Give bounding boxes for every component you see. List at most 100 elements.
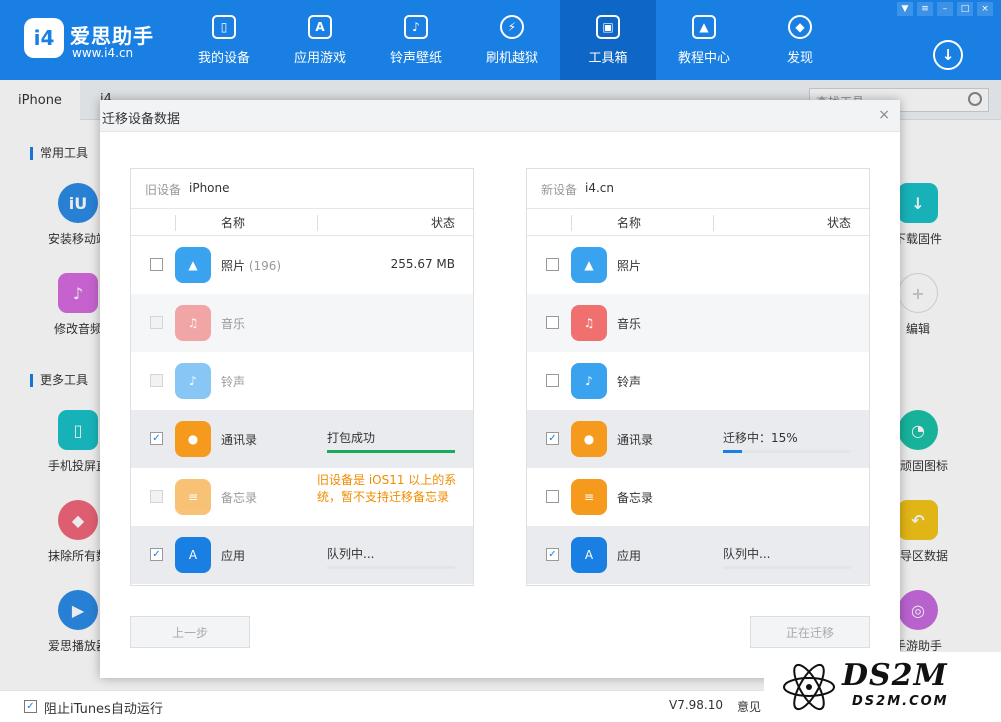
contacts-icon: ● — [175, 421, 211, 457]
item-checkbox[interactable] — [150, 258, 163, 271]
col-status: 状态 — [430, 216, 455, 230]
nav-item[interactable]: ⚡ 刷机越狱 — [464, 0, 560, 80]
music-wallpaper-icon: ♪ — [404, 14, 428, 39]
new-device-prefix: 新设备 — [541, 183, 578, 197]
item-name: 应用 — [221, 547, 245, 564]
item-checkbox[interactable] — [546, 316, 559, 329]
bell-icon: ♪ — [175, 363, 211, 399]
nav-label: 工具箱 — [588, 50, 628, 66]
main-nav: ▯ 我的设备 A 应用游戏 ♪ 铃声壁纸 ⚡ 刷机越狱 ▣ 工具箱 ▲ 教程中心 ◆ 发现 — [176, 0, 848, 80]
item-checkbox[interactable]: ✓ — [150, 432, 163, 445]
item-row[interactable]: ▲ 照片 — [527, 236, 869, 294]
notes-icon: ≡ — [175, 479, 211, 515]
item-name: 音乐 — [221, 315, 245, 332]
prev-step-button[interactable]: 上一步 — [130, 616, 250, 648]
item-name: 备忘录 — [221, 489, 257, 506]
watermark-sub: DS2M.COM — [852, 694, 949, 709]
item-name: 铃声 — [221, 373, 245, 390]
item-row[interactable]: ≡ 备忘录 — [527, 468, 869, 526]
item-row[interactable]: ✓ ● 通讯录 打包成功 — [131, 410, 473, 468]
item-row[interactable]: ≡ 备忘录 旧设备是 iOS11 以上的系统，暂不支持迁移备忘录 — [131, 468, 473, 526]
item-row[interactable]: ✓ ● 通讯录 迁移中：15% — [527, 410, 869, 468]
progress-fill — [327, 450, 455, 453]
compass-icon: ◆ — [788, 14, 812, 39]
old-device-prefix: 旧设备 — [145, 183, 182, 197]
old-device-panel: 旧设备 iPhone 名称 状态 ▲ 照片 (196) 255.67 MB ♫ 音乐 ♪ 铃… — [130, 168, 474, 586]
col-name: 名称 — [221, 216, 246, 230]
item-row[interactable]: ✓ A 应用 队列中... — [527, 526, 869, 584]
photos-icon: ▲ — [175, 247, 211, 283]
item-row[interactable]: ▲ 照片 (196) 255.67 MB — [131, 236, 473, 294]
bell-icon: ♪ — [571, 363, 607, 399]
item-checkbox[interactable]: ✓ — [546, 432, 559, 445]
item-row[interactable]: ♫ 音乐 — [527, 294, 869, 352]
app-store-icon: A — [308, 14, 332, 39]
item-name-text: 音乐 — [617, 317, 642, 331]
modal-title: 迁移设备数据 — [102, 112, 181, 127]
block-itunes-label: 阻止iTunes自动运行 — [44, 702, 163, 717]
item-name-text: 应用 — [617, 549, 642, 563]
item-row[interactable]: ✓ A 应用 队列中... — [131, 526, 473, 584]
modal-header: 迁移设备数据 × — [100, 100, 900, 132]
nav-item[interactable]: ▣ 工具箱 — [560, 0, 656, 80]
item-name-text: 通讯录 — [617, 433, 654, 447]
nav-item[interactable]: ▲ 教程中心 — [656, 0, 752, 80]
close-icon[interactable]: × — [977, 2, 993, 16]
item-name-text: 备忘录 — [617, 491, 654, 505]
item-status: 打包成功 — [327, 431, 376, 445]
item-checkbox[interactable]: ✓ — [546, 548, 559, 561]
skin-icon[interactable]: ▼ — [897, 2, 913, 16]
nav-label: 刷机越狱 — [485, 50, 538, 66]
item-name: 照片 — [617, 257, 641, 274]
progress-bar — [723, 566, 851, 569]
feedback-link[interactable]: 意见 — [737, 698, 761, 715]
item-checkbox[interactable] — [546, 490, 559, 503]
progress-bar — [723, 450, 851, 453]
old-item-list: ▲ 照片 (196) 255.67 MB ♫ 音乐 ♪ 铃声 ✓ ● 通讯录 打包成功 ≡ 备忘录 旧设备… — [131, 236, 473, 584]
nav-item[interactable]: ▯ 我的设备 — [176, 0, 272, 80]
nav-label: 发现 — [786, 50, 813, 66]
nav-label: 应用游戏 — [293, 50, 346, 66]
progress-bar — [327, 450, 455, 453]
item-status: 队列中... — [327, 547, 375, 561]
flash-icon: ⚡ — [500, 14, 524, 39]
item-count: (196) — [248, 259, 282, 273]
item-row[interactable]: ♪ 铃声 — [527, 352, 869, 410]
nav-item[interactable]: A 应用游戏 — [272, 0, 368, 80]
progress-fill — [723, 450, 743, 453]
item-row[interactable]: ♪ 铃声 — [131, 352, 473, 410]
block-itunes-checkbox[interactable]: ✓ — [24, 700, 37, 713]
item-name-text: 照片 — [221, 259, 246, 273]
item-checkbox[interactable] — [546, 258, 559, 271]
item-row[interactable]: ♫ 音乐 — [131, 294, 473, 352]
nav-item[interactable]: ♪ 铃声壁纸 — [368, 0, 464, 80]
old-column-header: 名称 状态 — [131, 209, 473, 236]
migrating-button[interactable]: 正在迁移 — [750, 616, 870, 648]
graduation-icon: ▲ — [692, 14, 716, 39]
nav-label: 我的设备 — [197, 50, 250, 66]
menu-icon[interactable]: ≡ — [917, 2, 933, 16]
maximize-icon[interactable]: □ — [957, 2, 973, 16]
item-name: 通讯录 — [617, 431, 653, 448]
nav-item[interactable]: ◆ 发现 — [752, 0, 848, 80]
new-device-header: 新设备 i4.cn — [527, 169, 869, 209]
item-name: 备忘录 — [617, 489, 653, 506]
item-name-text: 通讯录 — [221, 433, 258, 447]
phone-icon: ▯ — [212, 14, 236, 39]
notes-icon: ≡ — [571, 479, 607, 515]
brand-url: www.i4.cn — [72, 46, 134, 60]
nav-label: 铃声壁纸 — [389, 50, 442, 66]
item-name-text: 音乐 — [221, 317, 246, 331]
item-checkbox — [150, 374, 163, 387]
logo-icon: i4 — [24, 18, 64, 58]
item-name: 通讯录 — [221, 431, 257, 448]
download-icon[interactable]: ↓ — [933, 40, 963, 70]
item-checkbox[interactable]: ✓ — [150, 548, 163, 561]
item-status: 队列中... — [723, 547, 771, 561]
music-icon: ♫ — [175, 305, 211, 341]
item-checkbox[interactable] — [546, 374, 559, 387]
minimize-icon[interactable]: – — [937, 2, 953, 16]
modal-close-icon[interactable]: × — [878, 107, 890, 123]
old-device-header: 旧设备 iPhone — [131, 169, 473, 209]
nav-label: 教程中心 — [677, 50, 730, 66]
